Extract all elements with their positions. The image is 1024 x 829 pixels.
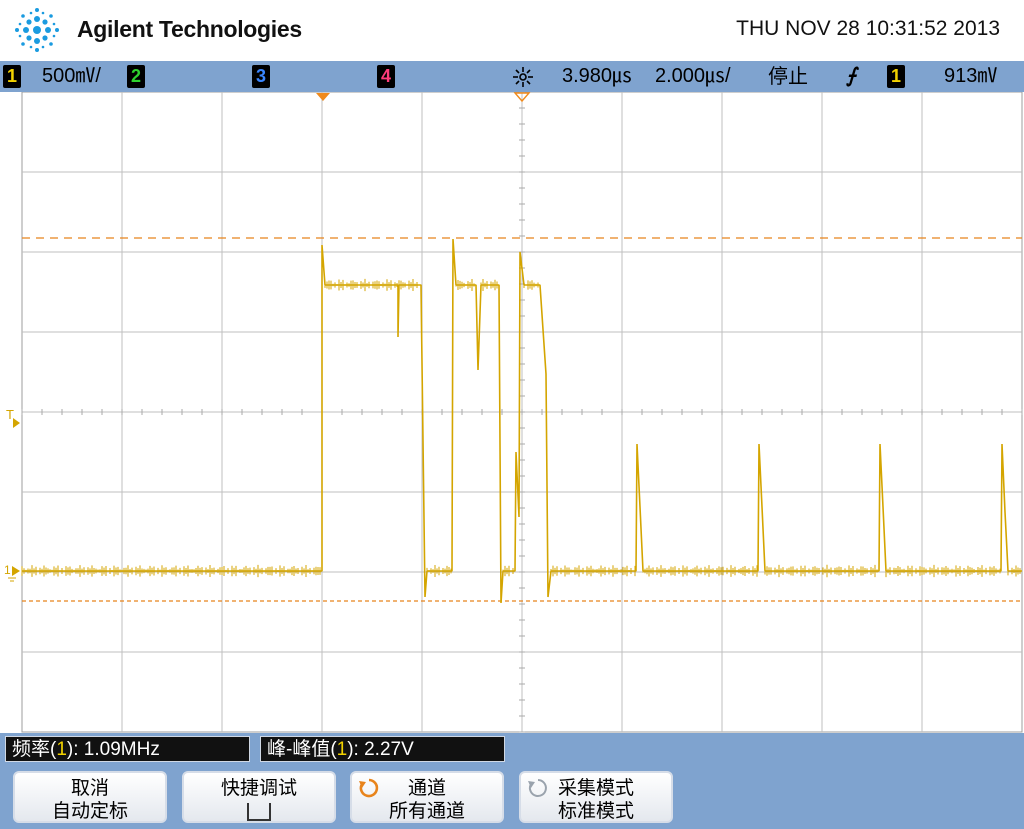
channel-3-badge[interactable]: 3	[252, 65, 271, 88]
run-state: 停止	[768, 64, 808, 88]
frequency-measurement: 频率(1): 1.09MHz	[5, 736, 250, 762]
measurement-bar: 频率(1): 1.09MHz 峰-峰值(1): 2.27V	[0, 733, 1024, 765]
trigger-level-label: T	[6, 407, 14, 422]
trigger-level-arrow	[13, 418, 20, 428]
checkbox-icon	[247, 803, 271, 821]
brand-name: Agilent Technologies	[77, 16, 302, 42]
quick-debug-button[interactable]: 快捷调试	[182, 771, 336, 823]
agilent-spark-icon	[15, 8, 59, 52]
peak-to-peak-measurement: 峰-峰值(1): 2.27V	[260, 736, 505, 762]
channel-1-ground-arrow	[12, 566, 20, 576]
horizontal-delay[interactable]: 3.980㎲	[562, 61, 632, 92]
channel-1-badge[interactable]: 1	[3, 65, 22, 88]
trigger-level[interactable]: 913㎷	[944, 61, 997, 92]
trigger-slope-icon: ⨍	[846, 65, 857, 87]
channels-button[interactable]: 通道 所有通道	[350, 771, 504, 823]
trigger-source-badge[interactable]: 1	[887, 65, 906, 88]
horizontal-delay-icon	[513, 67, 533, 87]
cancel-autoscale-button[interactable]: 取消 自动定标	[13, 771, 167, 823]
channel-2-badge[interactable]: 2	[127, 65, 146, 88]
trigger-position-marker	[316, 93, 330, 101]
channel-4-badge[interactable]: 4	[377, 65, 396, 88]
acquire-mode-button[interactable]: 采集模式 标准模式	[519, 771, 673, 823]
channel-1-ground-label: 1	[4, 563, 11, 577]
softkey-bar: 取消 自动定标 快捷调试 通道 所有通道 采集模式 标准模式	[0, 765, 1024, 829]
date-time: THU NOV 28 10:31:52 2013	[736, 17, 1000, 40]
graticule-grid	[21, 92, 1023, 733]
status-bar: 1 500㎷/ 2 3 4 3.980㎲ 2.000㎲/ 停止 ⨍ 1 913㎷	[0, 61, 1024, 92]
waveform-display[interactable]: T 1	[0, 92, 1024, 733]
waveform-graticule: T 1	[4, 92, 1023, 733]
header: Agilent Technologies THU NOV 28 10:31:52…	[0, 0, 1024, 60]
channel-1-scale[interactable]: 500㎷/	[42, 61, 101, 92]
timebase-scale[interactable]: 2.000㎲/	[655, 61, 731, 92]
